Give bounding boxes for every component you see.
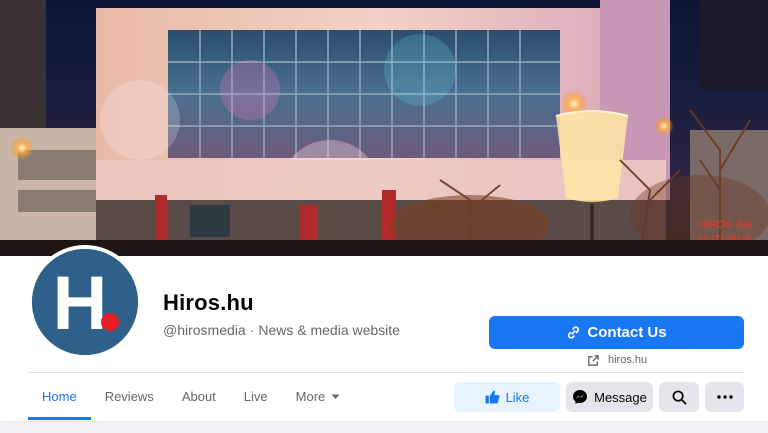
more-options-button[interactable] <box>705 382 744 412</box>
more-icon <box>716 395 733 399</box>
tab-label: Live <box>243 389 268 404</box>
page-handle[interactable]: @hirosmedia <box>163 322 246 338</box>
message-button[interactable]: Message <box>566 382 653 412</box>
messenger-icon <box>573 390 588 404</box>
tab-label: Home <box>42 389 77 404</box>
website-link-label: hiros.hu <box>608 354 648 366</box>
page-body-edge <box>0 421 768 433</box>
tab-reviews[interactable]: Reviews <box>91 373 168 420</box>
like-button[interactable]: Like <box>454 382 560 412</box>
page-tabs: Home Reviews About Live More <box>28 373 354 420</box>
link-icon <box>568 326 580 339</box>
tab-more[interactable]: More <box>282 373 355 420</box>
logo-icon: H <box>32 249 138 355</box>
website-link[interactable]: hiros.hu <box>587 352 647 368</box>
avatar[interactable]: H <box>32 249 138 355</box>
tab-live[interactable]: Live <box>230 373 282 420</box>
page-subtitle: @hirosmedia · News & media website <box>163 322 400 338</box>
external-link-icon <box>588 354 599 366</box>
tab-label: About <box>181 389 216 404</box>
thumbs-up-icon <box>485 390 500 404</box>
tab-label: Reviews <box>104 389 154 404</box>
logo-letter: H <box>53 261 108 346</box>
subtitle-separator: · <box>249 322 255 338</box>
caret-down-icon <box>331 394 340 400</box>
cover-photo[interactable]: HIROS AG NUTOBUS <box>0 0 768 256</box>
contact-us-button[interactable]: Contact Us <box>489 316 744 349</box>
search-button[interactable] <box>659 382 699 412</box>
tab-label: More <box>295 389 326 404</box>
tab-about[interactable]: About <box>168 373 230 420</box>
logo-dot <box>101 313 119 331</box>
like-label: Like <box>505 389 530 405</box>
contact-us-label: Contact Us <box>587 324 667 341</box>
cover-sign-line-1: HIROS AG <box>698 219 752 231</box>
page-category[interactable]: News & media website <box>258 322 400 338</box>
cover-illustration: HIROS AG NUTOBUS <box>0 0 768 256</box>
page-title: Hiros.hu <box>163 290 254 315</box>
search-icon <box>672 390 686 404</box>
message-label: Message <box>594 389 647 405</box>
tab-home[interactable]: Home <box>28 373 91 420</box>
